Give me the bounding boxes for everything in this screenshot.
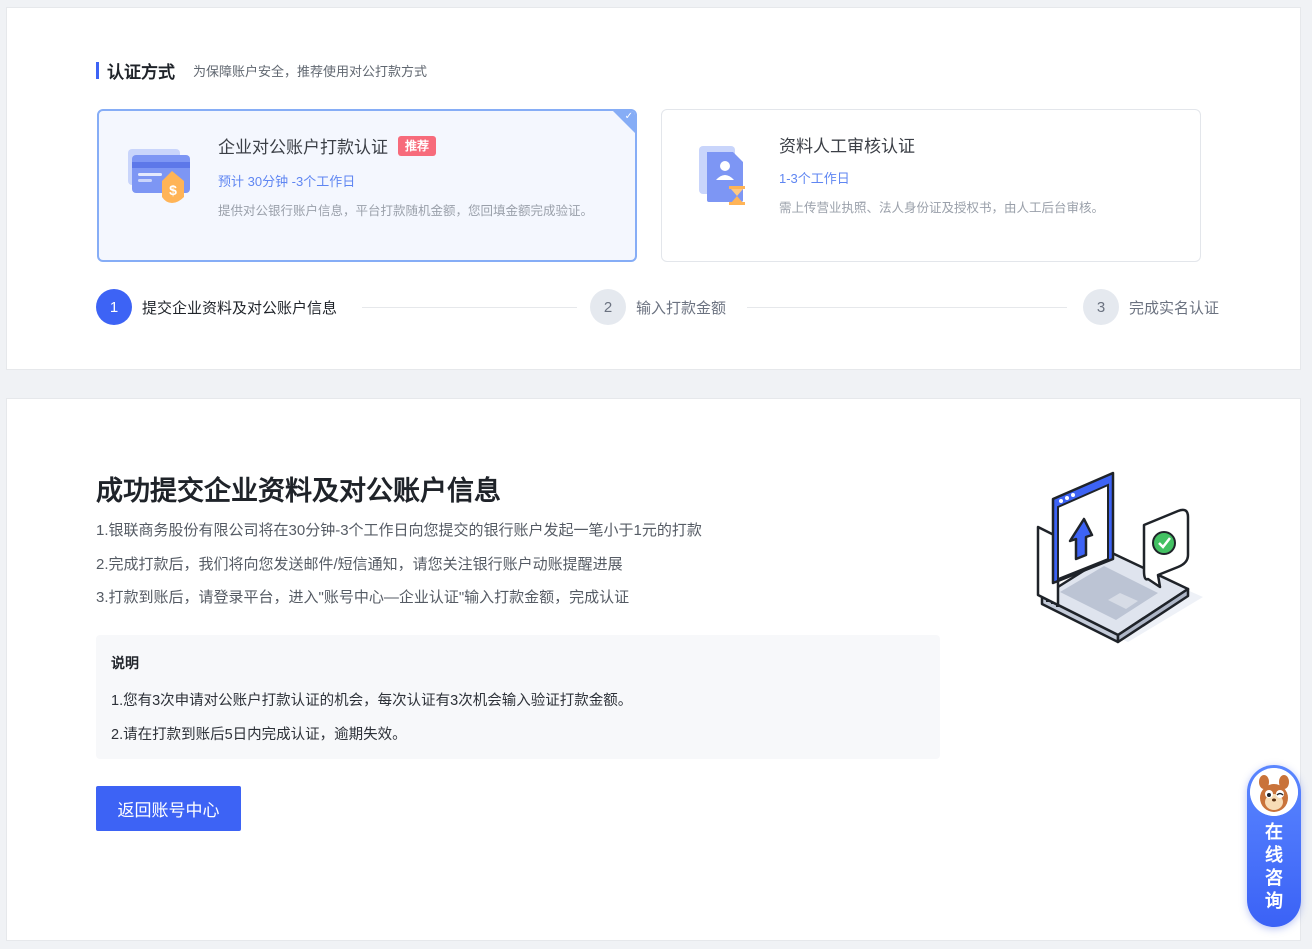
- method-desc: 需上传营业执照、法人身份证及授权书，由人工后台审核。: [779, 201, 1105, 215]
- step-label: 输入打款金额: [636, 299, 727, 317]
- back-to-account-button[interactable]: 返回账号中心: [96, 786, 241, 831]
- step-number: 1: [96, 289, 132, 325]
- online-consult-button[interactable]: 在 线 咨 询: [1247, 765, 1301, 927]
- step-number: 2: [590, 289, 626, 325]
- laptop-upload-illustration: [1036, 471, 1203, 644]
- step-number: 3: [1083, 289, 1119, 325]
- result-line: 1.银联商务股份有限公司将在30分钟-3个工作日向您提交的银行账户发起一笔小于1…: [96, 522, 702, 539]
- method-time: 预计 30分钟 -3个工作日: [218, 174, 356, 189]
- step-1: 1 提交企业资料及对公账户信息: [96, 289, 337, 325]
- step-connector: [362, 307, 577, 308]
- note-line: 2.请在打款到账后5日内完成认证，逾期失效。: [111, 727, 407, 743]
- consult-label: 在 线 咨 询: [1247, 821, 1301, 913]
- method-title-text: 资料人工审核认证: [779, 137, 915, 156]
- bank-card-dollar-icon: $: [128, 149, 190, 203]
- note-title: 说明: [111, 655, 139, 671]
- recommend-badge: 推荐: [398, 135, 437, 156]
- method-card-corporate-transfer[interactable]: ✓ $ 企业对公账户打款认证 推荐 预计 30分钟 -3个工作日 提供对公银行账…: [97, 109, 637, 262]
- result-line: 2.完成打款后，我们将向您发送邮件/短信通知，请您关注银行账户动账提醒进展: [96, 556, 623, 573]
- svg-text:$: $: [169, 182, 177, 198]
- consult-char: 询: [1265, 891, 1283, 911]
- squirrel-avatar-icon: [1250, 768, 1298, 816]
- method-card-manual-review[interactable]: 资料人工审核认证 1-3个工作日 需上传营业执照、法人身份证及授权书，由人工后台…: [661, 109, 1201, 262]
- document-hourglass-icon: [699, 146, 745, 205]
- method-desc: 提供对公银行账户信息，平台打款随机金额，您回填金额完成验证。: [218, 204, 594, 218]
- step-3: 3 完成实名认证: [1083, 289, 1219, 325]
- method-title: 企业对公账户打款认证 推荐: [218, 133, 437, 158]
- section-title: 认证方式: [107, 63, 175, 82]
- step-connector: [747, 307, 1067, 308]
- method-title-text: 企业对公账户打款认证: [218, 138, 388, 157]
- note-box: 说明 1.您有3次申请对公账户打款认证的机会，每次认证有3次机会输入验证打款金额…: [96, 635, 940, 759]
- result-line: 3.打款到账后，请登录平台，进入"账号中心—企业认证"输入打款金额，完成认证: [96, 589, 630, 606]
- step-label: 提交企业资料及对公账户信息: [142, 299, 338, 317]
- step-label: 完成实名认证: [1129, 299, 1220, 317]
- auth-method-panel: 认证方式 为保障账户安全，推荐使用对公打款方式 ✓ $ 企业对公账户打款认证 推…: [6, 7, 1301, 370]
- method-title: 资料人工审核认证: [779, 132, 915, 157]
- section-accent-bar: [96, 62, 99, 79]
- consult-char: 在: [1265, 822, 1283, 842]
- consult-char: 线: [1265, 845, 1283, 865]
- step-2: 2 输入打款金额: [590, 289, 726, 325]
- consult-char: 咨: [1265, 868, 1283, 888]
- section-subtitle: 为保障账户安全，推荐使用对公打款方式: [193, 64, 428, 79]
- check-icon: ✓: [624, 111, 633, 122]
- method-time: 1-3个工作日: [779, 171, 850, 186]
- result-title: 成功提交企业资料及对公账户信息: [96, 476, 501, 506]
- note-line: 1.您有3次申请对公账户打款认证的机会，每次认证有3次机会输入验证打款金额。: [111, 693, 633, 709]
- section-header: 认证方式 为保障账户安全，推荐使用对公打款方式: [96, 58, 427, 83]
